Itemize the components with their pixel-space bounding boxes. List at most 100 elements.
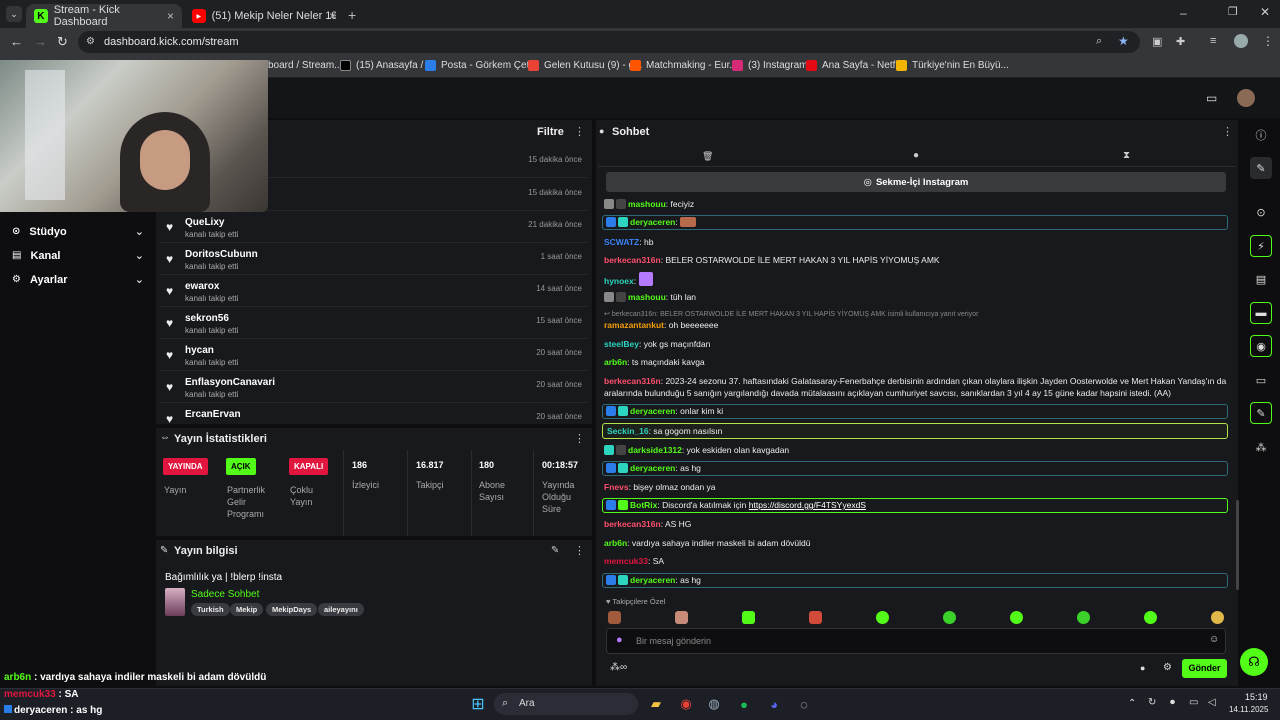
emote-icon[interactable] bbox=[742, 611, 755, 624]
emote-icon[interactable] bbox=[1010, 611, 1023, 624]
partner-badge: AÇIK bbox=[226, 458, 256, 475]
zoom-icon[interactable]: ⌕ bbox=[1096, 35, 1102, 48]
badge-icon bbox=[4, 705, 12, 713]
microphone-icon[interactable]: ● bbox=[616, 634, 623, 646]
more-options-icon[interactable]: ⋮ bbox=[574, 125, 585, 138]
sidebar-item-ayarlar[interactable]: ⚙ Ayarlar ⌄ bbox=[12, 273, 144, 287]
new-tab-button[interactable]: + bbox=[348, 7, 356, 23]
bookmark-item[interactable]: Türkiye'nin En Büyü... bbox=[896, 60, 1009, 71]
chevron-up-icon[interactable]: ⌃ bbox=[1128, 698, 1136, 709]
bookmark-item[interactable]: Posta - Görkem Çeti... bbox=[425, 60, 540, 71]
emote-icon[interactable] bbox=[943, 611, 956, 624]
site-info-icon[interactable]: ⚙ bbox=[86, 36, 95, 47]
chrome-icon[interactable]: ◉ bbox=[676, 694, 696, 714]
tab-menu-button[interactable]: ⌄ bbox=[6, 6, 22, 22]
window-maximize-icon[interactable]: ❐ bbox=[1228, 5, 1238, 18]
emote-icon[interactable] bbox=[809, 611, 822, 624]
microphone-icon[interactable]: ⏺ bbox=[1170, 697, 1175, 708]
chat-bubble-icon[interactable]: ● bbox=[913, 150, 919, 161]
emote-icon[interactable] bbox=[1144, 611, 1157, 624]
browser-menu-icon[interactable]: ⋮ bbox=[1262, 34, 1274, 48]
more-options-icon[interactable]: ⋮ bbox=[1222, 125, 1233, 138]
app-icon[interactable]: ◌ bbox=[794, 694, 814, 714]
netflix-icon bbox=[806, 60, 817, 71]
emoji-icon[interactable]: ☺ bbox=[1209, 634, 1219, 645]
bot-badge-icon bbox=[618, 500, 628, 510]
emote-icon[interactable] bbox=[675, 611, 688, 624]
window-close-icon[interactable]: ✕ bbox=[1260, 5, 1270, 19]
network-icon[interactable]: ▭ bbox=[1189, 697, 1198, 708]
tab-kick-dashboard[interactable]: K Stream - Kick Dashboard × bbox=[26, 4, 182, 28]
chat-users-icon[interactable]: ● bbox=[1140, 663, 1145, 673]
close-icon[interactable]: × bbox=[329, 9, 336, 23]
bookmark-star-icon[interactable]: ★ bbox=[1118, 34, 1129, 48]
discord-link[interactable]: https://discord.gg/F4TSYyexdS bbox=[749, 500, 866, 510]
mod-badge-icon bbox=[606, 463, 616, 473]
bookmark-item[interactable]: Ana Sayfa - Netflix bbox=[806, 60, 905, 71]
extension-icon[interactable]: ▣ bbox=[1152, 35, 1162, 48]
bookmark-item[interactable]: board / Stream... bbox=[268, 60, 342, 71]
mail-icon bbox=[425, 60, 436, 71]
profile-avatar[interactable] bbox=[1234, 34, 1248, 48]
user-avatar[interactable] bbox=[1237, 89, 1255, 107]
more-options-icon[interactable]: ⋮ bbox=[574, 544, 585, 557]
folder-icon[interactable]: ▰ bbox=[646, 694, 666, 714]
store-icon[interactable]: ▭ bbox=[1206, 91, 1217, 105]
filter-button[interactable]: Filtre bbox=[537, 126, 564, 138]
tag[interactable]: aileyayını bbox=[318, 603, 364, 616]
lightning-icon[interactable]: ⚡ bbox=[1250, 235, 1272, 257]
info-icon[interactable]: ⓘ bbox=[1250, 124, 1272, 146]
tab-youtube[interactable]: ▶ (51) Mekip Neler Neler 19.bolu × bbox=[184, 4, 344, 28]
activity-row: ♥ QueLixy kanalı takip etti 21 dakika önce bbox=[160, 211, 588, 243]
emote-icon[interactable] bbox=[1077, 611, 1090, 624]
spotify-icon[interactable]: ● bbox=[734, 694, 754, 714]
back-icon[interactable]: ← bbox=[10, 34, 23, 49]
emote-icon[interactable] bbox=[1211, 611, 1224, 624]
wrench-icon[interactable]: ✎ bbox=[1250, 402, 1272, 424]
send-button[interactable]: Gönder bbox=[1182, 659, 1227, 678]
puzzle-icon[interactable]: ✚ bbox=[1176, 35, 1185, 48]
collab-icon[interactable]: ⁂ bbox=[1250, 436, 1272, 458]
close-icon[interactable]: × bbox=[167, 9, 174, 23]
window-minimize-icon[interactable]: – bbox=[1180, 6, 1187, 20]
tag[interactable]: MekipDays bbox=[266, 603, 318, 616]
steam-icon[interactable]: ◍ bbox=[704, 694, 724, 714]
emote-icon[interactable] bbox=[876, 611, 889, 624]
tag[interactable]: Turkish bbox=[191, 603, 230, 616]
sidebar-item-studyo[interactable]: ⊙ Stüdyo ⌄ bbox=[12, 225, 144, 239]
camera-icon[interactable]: ⊙ bbox=[1250, 201, 1272, 223]
live-badge: YAYINDA bbox=[163, 458, 208, 475]
chat-toggle-icon[interactable]: ▬ bbox=[1250, 302, 1272, 324]
media-icon[interactable]: ≡ bbox=[1210, 35, 1216, 47]
tag[interactable]: Mekip bbox=[230, 603, 264, 616]
windows-start-icon[interactable]: ⊞ bbox=[468, 694, 488, 714]
forward-icon[interactable]: → bbox=[34, 34, 47, 49]
clipboard-icon[interactable]: ▤ bbox=[1250, 268, 1272, 290]
discord-icon[interactable]: ◕ bbox=[764, 694, 784, 714]
clock-date[interactable]: 14.11.2025 bbox=[1229, 705, 1268, 714]
clock-time[interactable]: 15:19 bbox=[1245, 692, 1268, 702]
taskbar-search[interactable] bbox=[494, 693, 638, 715]
layout-icon[interactable]: ▭ bbox=[1250, 369, 1272, 391]
bookmark-item[interactable]: Gelen Kutusu (9) - g... bbox=[528, 60, 642, 71]
bookmark-item[interactable]: (3) Instagram bbox=[732, 60, 807, 71]
support-button[interactable]: ☊ bbox=[1240, 648, 1268, 676]
points-icon[interactable]: ⁂∞ bbox=[610, 662, 627, 673]
sync-icon[interactable]: ↻ bbox=[1148, 697, 1156, 708]
volume-icon[interactable]: ◁ bbox=[1208, 697, 1216, 708]
reload-icon[interactable]: ↻ bbox=[57, 34, 68, 50]
category-link[interactable]: Sadece Sohbet bbox=[191, 589, 259, 600]
pencil-icon[interactable]: ✎ bbox=[1250, 157, 1272, 179]
hourglass-icon[interactable]: ⧗ bbox=[1123, 150, 1130, 161]
emote-icon[interactable] bbox=[608, 611, 621, 624]
chat-settings-icon[interactable]: ⚙ bbox=[1163, 662, 1172, 673]
sidebar-item-kanal[interactable]: ▤ Kanal ⌄ bbox=[12, 249, 144, 263]
bookmark-item[interactable]: (15) Anasayfa / X bbox=[340, 60, 433, 71]
broadcast-icon[interactable]: ◉ bbox=[1250, 335, 1272, 357]
chat-scrollbar[interactable] bbox=[1236, 500, 1239, 590]
bookmark-item[interactable]: Matchmaking - Eur... bbox=[630, 60, 738, 71]
pinned-message[interactable]: ◎ Sekme-İçi Instagram bbox=[606, 172, 1226, 192]
edit-icon[interactable]: ✎ bbox=[551, 545, 559, 556]
more-options-icon[interactable]: ⋮ bbox=[574, 432, 585, 445]
trash-icon[interactable]: 🗑 bbox=[702, 151, 713, 162]
